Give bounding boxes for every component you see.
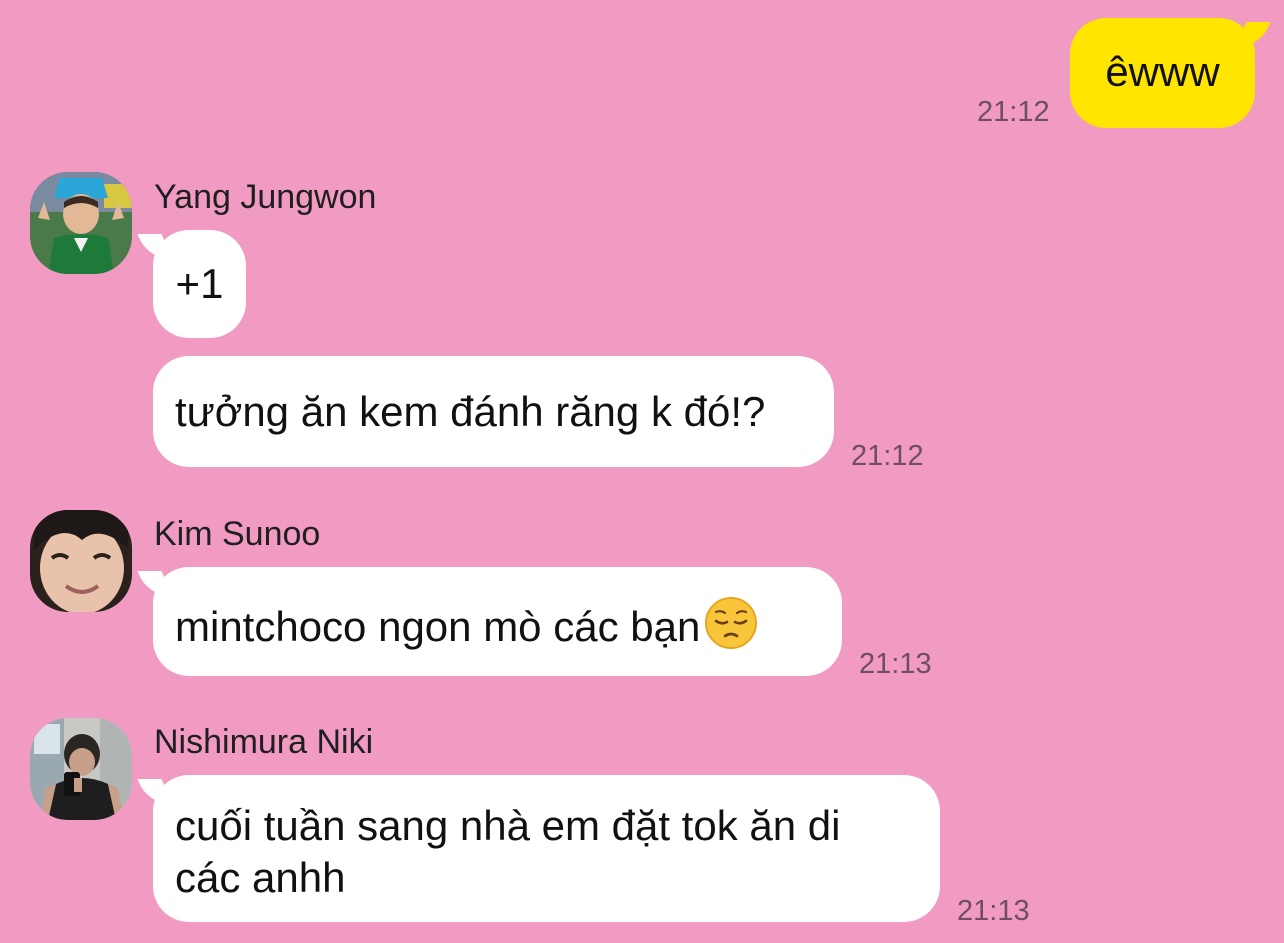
incoming-message-bubble[interactable]: tưởng ăn kem đánh răng k đó!? xyxy=(153,356,834,467)
message-timestamp: 21:13 xyxy=(859,648,932,680)
message-timestamp: 21:12 xyxy=(977,96,1050,128)
outgoing-message-bubble[interactable]: êwww xyxy=(1070,18,1255,128)
message-text-line: cuối tuần sang nhà em đặt tok ăn di xyxy=(175,802,841,849)
sender-name: Kim Sunoo xyxy=(154,515,321,553)
incoming-message-bubble[interactable]: +1 xyxy=(153,230,246,338)
message-text: +1 xyxy=(175,260,224,307)
incoming-message-bubble[interactable]: mintchoco ngon mò các bạn xyxy=(153,567,842,676)
pensive-face-emoji xyxy=(705,597,758,649)
incoming-message-bubble[interactable]: cuối tuần sang nhà em đặt tok ăn di các … xyxy=(153,775,940,922)
message-text: mintchoco ngon mò các bạn xyxy=(175,603,701,650)
avatar-kim-sunoo[interactable] xyxy=(30,510,132,612)
avatar-yang-jungwon[interactable] xyxy=(30,172,132,274)
message-timestamp: 21:13 xyxy=(957,895,1030,927)
sender-name: Yang Jungwon xyxy=(154,178,377,216)
sender-name: Nishimura Niki xyxy=(154,723,374,761)
message-text-line: các anhh xyxy=(175,854,346,901)
avatar-nishimura-niki[interactable] xyxy=(30,718,132,820)
message-text: êwww xyxy=(1105,48,1220,95)
message-timestamp: 21:12 xyxy=(851,440,924,472)
message-text: tưởng ăn kem đánh răng k đó!? xyxy=(175,388,766,435)
